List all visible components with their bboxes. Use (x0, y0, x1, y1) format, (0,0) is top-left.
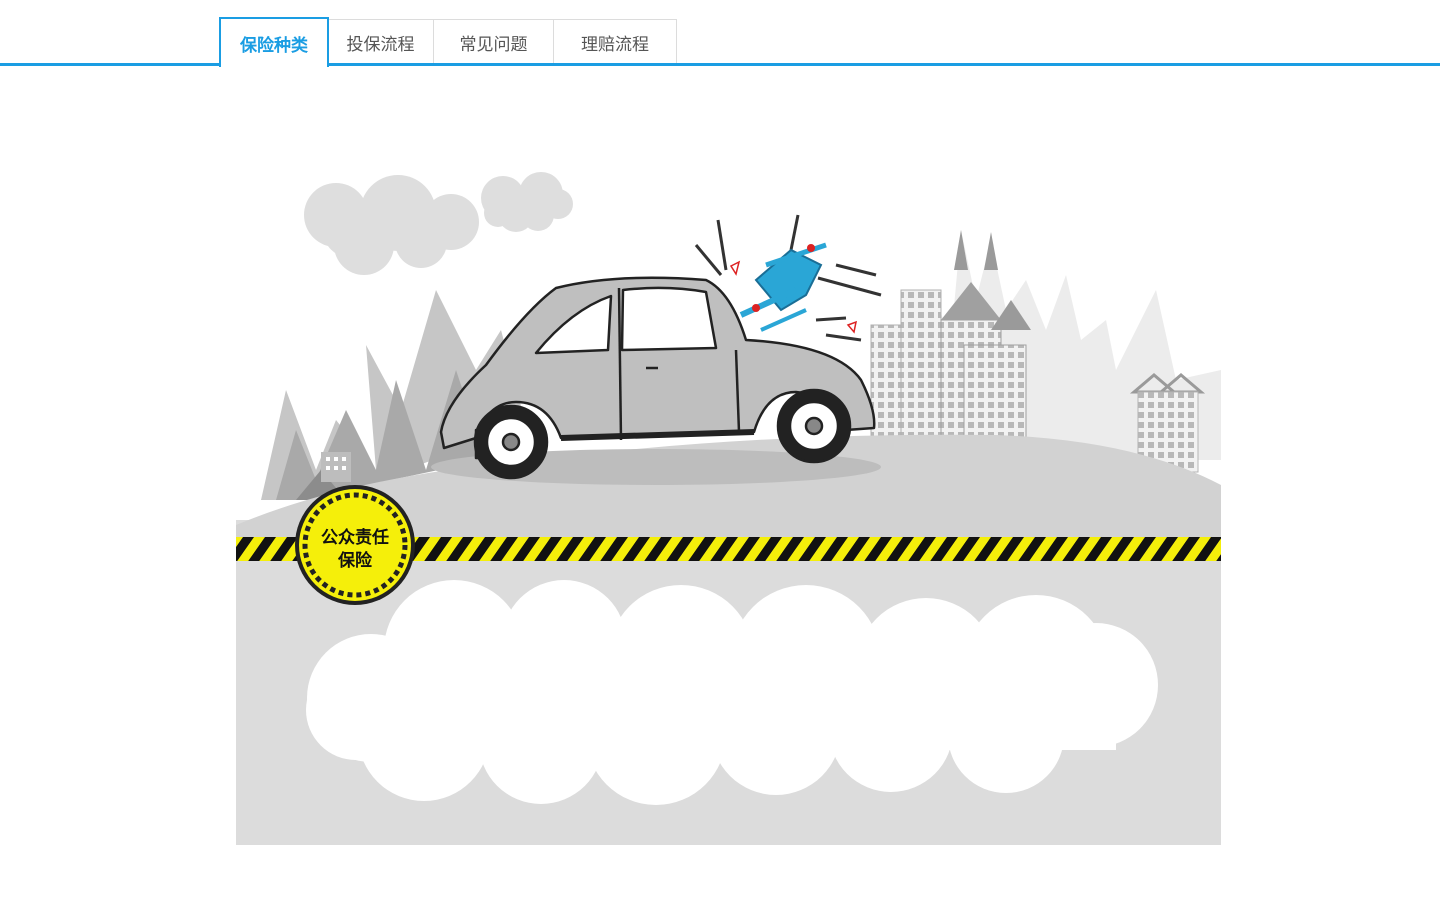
badge-text-line2: 保险 (337, 550, 373, 571)
cloud-right (481, 172, 573, 232)
tab-bar: 保险种类 投保流程 常见问题 理赔流程 (0, 0, 1440, 67)
cloud-left (304, 175, 479, 275)
tab-bar-underline (0, 63, 1440, 66)
rear-wheel (473, 404, 549, 480)
tab-application-process[interactable]: 投保流程 (327, 19, 434, 63)
white-cloud-panel (306, 580, 1158, 805)
front-wheel (776, 388, 852, 464)
public-liability-badge: 公众责任 保险 (295, 485, 415, 605)
tab-faq[interactable]: 常见问题 (433, 19, 554, 63)
public-liability-insurance-banner: 公众责任 保险 (236, 170, 1221, 845)
badge-text-line1: 公众责任 (321, 527, 389, 548)
tab-claims-process[interactable]: 理赔流程 (553, 19, 677, 63)
tab-insurance-types[interactable]: 保险种类 (219, 17, 329, 67)
